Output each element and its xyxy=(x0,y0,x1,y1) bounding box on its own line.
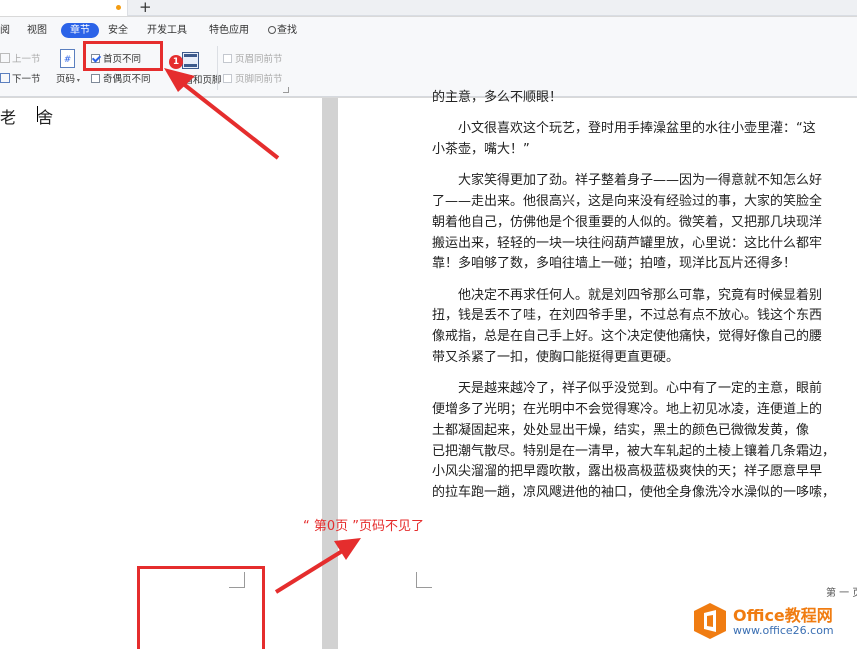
footer-same-as-prev-checkbox[interactable]: 页脚同前节 xyxy=(223,74,283,86)
document-tab[interactable] xyxy=(0,0,128,16)
footer-same-as-prev-label: 页脚同前节 xyxy=(235,74,283,85)
highlight-box-footer xyxy=(137,566,265,649)
checkbox-disabled-icon xyxy=(223,54,232,63)
prev-section-label: 上一节 xyxy=(12,54,41,65)
menu-view[interactable]: 视图 xyxy=(27,24,47,38)
header-same-as-prev-label: 页眉同前节 xyxy=(235,54,283,65)
header-same-as-prev-checkbox[interactable]: 页眉同前节 xyxy=(223,54,283,66)
annotation-caption: “ 第0页 ”页码不见了 xyxy=(303,519,425,534)
next-section-button[interactable]: 下一节 xyxy=(0,73,41,86)
highlight-box-first-page xyxy=(83,41,163,71)
odd-even-different-label: 奇偶页不同 xyxy=(103,74,151,85)
office26-logo: Office教程网 www.office26.com xyxy=(693,600,857,644)
body-text-line: 他决定不再求任何人。就是刘四爷那么可靠，究竟有时候显着别 xyxy=(432,287,823,303)
menu-search-label: 查找 xyxy=(277,25,297,36)
text-cursor xyxy=(37,106,38,122)
body-text-line: 像戒指，总是在自己手上好。这个决定使他痛快，觉得好像自己的腰 xyxy=(432,329,823,345)
menu-search[interactable]: 查找 xyxy=(268,24,297,38)
next-section-label: 下一节 xyxy=(12,74,41,85)
body-text-line: 朝着他自己，仿佛他是个很重要的人似的。微笑着，又把那几块现洋 xyxy=(432,214,823,230)
logo-url: www.office26.com xyxy=(733,624,834,637)
body-text-line: 已把潮气散尽。特别是在一清早，被大车轧起的土棱上镶着几条霜边， xyxy=(432,443,836,459)
page-number-icon[interactable]: # xyxy=(60,49,75,68)
next-section-icon xyxy=(0,73,10,83)
page-number-button[interactable]: 页码 ▾ xyxy=(56,74,80,87)
footer-margin-corner-right xyxy=(416,572,432,588)
body-text-line: 土都凝固起来，处处显出干燥，结实，黑土的颜色已微微发黄，像 xyxy=(432,422,810,438)
new-tab-button[interactable]: + xyxy=(139,0,152,15)
prev-section-button[interactable]: 上一节 xyxy=(0,53,41,66)
body-text-line: 小茶壶，嘴大！” xyxy=(432,141,530,157)
search-icon xyxy=(268,26,276,34)
dialog-launcher-icon[interactable] xyxy=(283,87,289,93)
body-text-line: 便增多了光明；在光明中不会觉得寒冷。地上初见冰凌，连便道上的 xyxy=(432,401,823,417)
document-body-text: 的主意，多么不顺眼！ 小文很喜欢这个玩艺，登时用手捧澡盆里的水往小壶里灌：“这小… xyxy=(432,88,857,504)
page-gutter xyxy=(322,98,338,649)
checkbox-disabled-icon xyxy=(223,74,232,83)
document-tab-bar: + xyxy=(0,0,857,16)
menu-devtools[interactable]: 开发工具 xyxy=(147,24,187,38)
checkbox-unchecked-icon xyxy=(91,74,100,83)
menu-security[interactable]: 安全 xyxy=(108,24,128,38)
ribbon-divider xyxy=(217,46,218,90)
body-text-line: 扭，钱是丢不了哇，在刘四爷手里，不过总有点不放心。钱这个东西 xyxy=(432,308,823,324)
body-text-line: 搬运出来，轻轻的一块一块往闷葫芦罐里放，心里说：这比什么都牢 xyxy=(432,235,823,251)
footer-page-number: 第 一 页 xyxy=(826,588,857,599)
wps-writer-window: + 阅 视图 章节 安全 开发工具 特色应用 查找 上一节 下一节 # 页码 ▾… xyxy=(0,0,857,649)
menu-section[interactable]: 章节 xyxy=(61,23,99,38)
body-text-line: 天是越来越冷了，祥子似乎没觉到。心中有了一定的主意，眼前 xyxy=(432,381,823,397)
header-footer-button[interactable]: 页眉和页脚 xyxy=(174,75,222,87)
header-footer-icon[interactable] xyxy=(182,52,199,69)
body-text-line: 的拉车跑一趟，凉风飕进他的袖口，使他全身像洗冷水澡似的一哆嗦， xyxy=(432,485,836,501)
dropdown-arrow-icon: ▾ xyxy=(75,77,80,84)
body-text-line: 小风尖溜溜的把早霞吹散，露出极高极蓝极爽快的天；祥子愿意早早 xyxy=(432,464,823,480)
body-text-line: 了——走出来。他很高兴，这是向来没有经验过的事，大家的笑脸全 xyxy=(432,193,823,209)
body-text-line: 带又杀紧了一扣，使胸口能挺得更直更硬。 xyxy=(432,349,680,365)
office-logo-icon xyxy=(694,603,726,639)
prev-section-icon xyxy=(0,53,10,63)
odd-even-different-checkbox[interactable]: 奇偶页不同 xyxy=(91,74,151,86)
body-text-line: 的主意，多么不顺眼！ xyxy=(432,90,563,105)
author-name: 老 舍 xyxy=(0,108,62,127)
body-text-line: 靠！多咱够了数，多咱往墙上一碰；拍喳，现洋比瓦片还得多！ xyxy=(432,256,797,272)
menu-review[interactable]: 阅 xyxy=(0,24,10,38)
body-text-line: 大家笑得更加了劲。祥子整着身子——因为一得意就不知怎么好 xyxy=(432,173,823,189)
page-number-label: 页码 xyxy=(56,74,76,85)
menu-features[interactable]: 特色应用 xyxy=(209,24,249,38)
logo-title: Office教程网 xyxy=(733,606,833,625)
unsaved-dot-icon xyxy=(116,5,121,10)
body-text-line: 小文很喜欢这个玩艺，登时用手捧澡盆里的水往小壶里灌：“这 xyxy=(432,121,816,137)
step-badge: 1 xyxy=(169,55,183,69)
